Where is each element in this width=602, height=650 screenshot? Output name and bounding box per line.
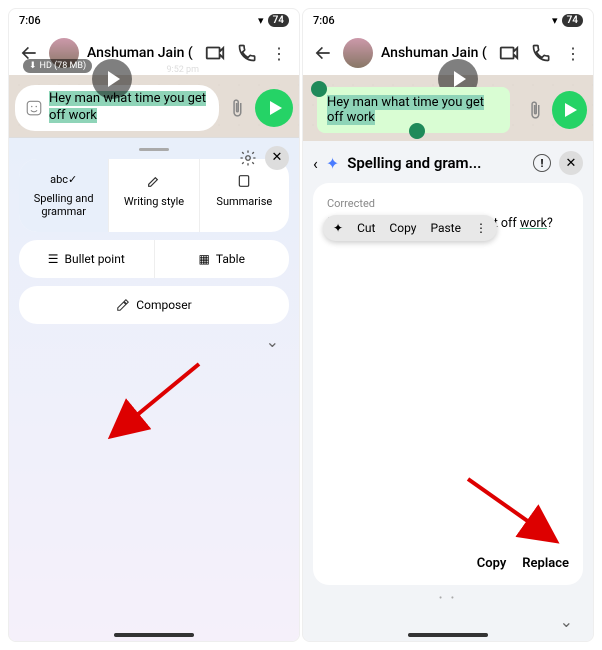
assistant-sheet: ✕ abc✓ Spelling and grammar Writing styl…: [9, 137, 299, 641]
status-time: 7:06: [313, 14, 335, 27]
option-row-2: ☰ Bullet point ▦ Table: [19, 240, 289, 278]
close-button[interactable]: ✕: [559, 151, 583, 175]
composer-option[interactable]: Composer: [19, 286, 289, 324]
summary-icon: [236, 173, 252, 189]
cut-button[interactable]: Cut: [357, 221, 375, 235]
replace-action[interactable]: Replace: [522, 556, 569, 571]
sheet-title: Spelling and gram...: [347, 154, 525, 172]
voice-call-icon[interactable]: [235, 41, 259, 65]
play-icon[interactable]: [92, 59, 132, 99]
page-dots: • •: [313, 593, 583, 604]
hd-badge[interactable]: ⬇ HD (78 MB): [23, 59, 92, 73]
attach-icon[interactable]: [225, 96, 249, 120]
video-call-icon[interactable]: [203, 41, 227, 65]
context-menu: ✦ Cut Copy Paste ⋮: [323, 215, 497, 241]
input-row: Hey man what time you get off work: [9, 79, 299, 137]
spelling-grammar-option[interactable]: abc✓ Spelling and grammar: [19, 159, 109, 232]
contact-name[interactable]: Anshuman Jain ( ...: [87, 45, 195, 61]
avatar[interactable]: [343, 38, 373, 68]
abc-check-icon: abc✓: [50, 173, 77, 186]
send-button[interactable]: [552, 91, 587, 129]
more-icon[interactable]: ⋮: [561, 41, 585, 65]
table-icon: ▦: [199, 252, 210, 266]
status-bar: 7:06 ▾ 74: [9, 9, 299, 31]
nav-bar[interactable]: [114, 633, 194, 637]
selection-handle-start[interactable]: [311, 81, 327, 97]
signal-icon: ▾: [552, 14, 558, 27]
back-chevron-icon[interactable]: ‹: [313, 154, 318, 173]
info-icon[interactable]: !: [533, 154, 551, 172]
sparkle-icon: ✦: [326, 154, 339, 173]
chevron-down-icon[interactable]: ⌄: [266, 332, 279, 351]
chevron-down-icon[interactable]: ⌄: [560, 612, 573, 631]
sticker-icon[interactable]: [25, 99, 43, 117]
gear-icon[interactable]: [239, 149, 257, 167]
compose-icon: [116, 298, 130, 312]
bullet-point-option[interactable]: ☰ Bullet point: [19, 240, 155, 278]
selection-handle-end[interactable]: [409, 123, 425, 139]
status-bar: 7:06 ▾ 74: [303, 9, 593, 31]
selected-message-bubble[interactable]: Hey man what time you get off work: [317, 87, 510, 133]
chat-area: ⬇ HD (78 MB) 9:52 pm Hey man what time y…: [9, 75, 299, 137]
writing-style-option[interactable]: Writing style: [109, 159, 199, 232]
corrected-label: Corrected: [327, 197, 569, 210]
chat-area: ✦ Cut Copy Paste ⋮ Hey man what time you…: [303, 75, 593, 141]
paste-button[interactable]: Paste: [430, 221, 461, 235]
send-button[interactable]: [255, 89, 293, 127]
status-time: 7:06: [19, 14, 41, 27]
sheet-handle[interactable]: [139, 148, 169, 151]
battery-badge: 74: [268, 14, 289, 27]
message-text: Hey man what time you get off work: [49, 91, 209, 125]
voice-call-icon[interactable]: [529, 41, 553, 65]
bullet-icon: ☰: [48, 252, 59, 266]
contact-name[interactable]: Anshuman Jain ( ...: [381, 45, 489, 61]
signal-icon: ▾: [258, 14, 264, 27]
phone-right: 7:06 ▾ 74 Anshuman Jain ( ... ⋮ ✦ Cut Co…: [302, 8, 594, 642]
copy-button[interactable]: Copy: [389, 221, 416, 235]
more-icon[interactable]: ⋮: [267, 41, 291, 65]
copy-action[interactable]: Copy: [477, 556, 507, 571]
phone-left: 7:06 ▾ 74 Anshuman Jain ( ... ⋮ ⬇ HD (78…: [8, 8, 300, 642]
attach-icon[interactable]: [524, 98, 546, 122]
nav-bar[interactable]: [408, 633, 488, 637]
battery-badge: 74: [562, 14, 583, 27]
message-time: 9:52 pm: [166, 65, 199, 75]
more-icon[interactable]: ⋮: [475, 221, 487, 235]
magic-icon[interactable]: ✦: [333, 221, 343, 235]
close-button[interactable]: ✕: [265, 146, 289, 170]
video-call-icon[interactable]: [497, 41, 521, 65]
table-option[interactable]: ▦ Table: [155, 240, 290, 278]
pen-icon: [146, 173, 162, 189]
back-icon[interactable]: [311, 41, 335, 65]
correction-card: Corrected Hey man, what time do you get …: [313, 183, 583, 585]
